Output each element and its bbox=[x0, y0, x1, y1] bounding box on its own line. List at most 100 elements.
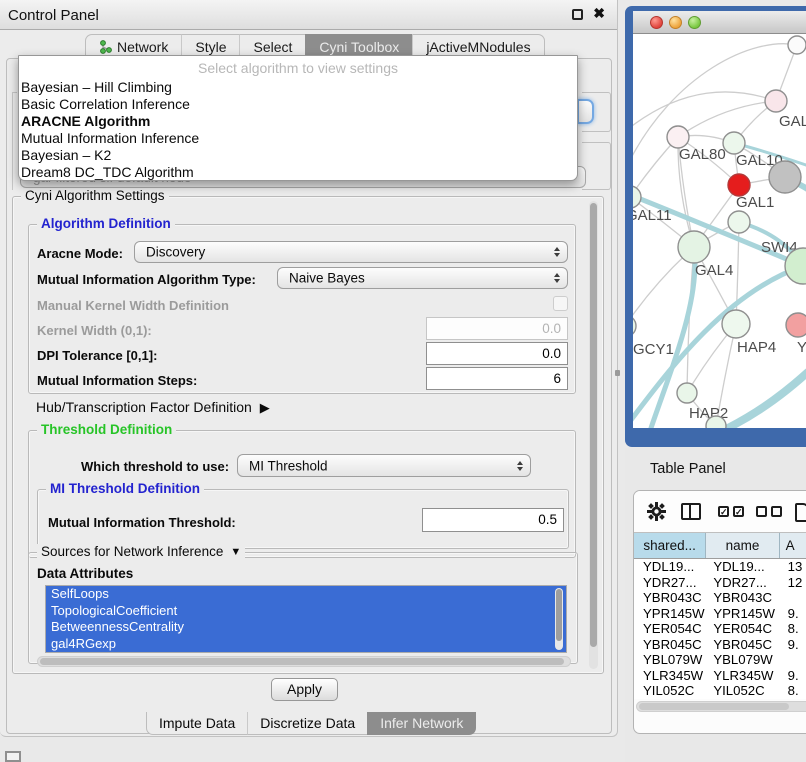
table-row[interactable]: YIL052CYIL052C8. bbox=[634, 683, 806, 699]
attribute-list-item[interactable]: TopologicalCoefficient bbox=[46, 603, 566, 620]
network-window-titlebar[interactable] bbox=[633, 11, 806, 34]
table-cell: YDR27... bbox=[634, 575, 706, 591]
network-view-window[interactable]: GALGAL80GAL10GAL1GAL11SWI4GAL4HAP4YGCY1H… bbox=[625, 6, 806, 447]
dropdown-item[interactable]: Bayesian – K2 bbox=[19, 147, 577, 164]
table-cell bbox=[780, 652, 806, 668]
mi-type-label: Mutual Information Algorithm Type: bbox=[37, 272, 256, 287]
manual-kernel-checkbox[interactable] bbox=[553, 296, 568, 311]
minimized-panel-icon[interactable] bbox=[5, 751, 21, 762]
control-panel-titlebar: Control Panel ✖ bbox=[0, 0, 617, 30]
mi-threshold-group: MI Threshold Definition Mutual Informati… bbox=[37, 489, 569, 549]
close-icon[interactable]: ✖ bbox=[593, 5, 605, 22]
columns-icon[interactable] bbox=[681, 503, 701, 520]
network-node[interactable] bbox=[769, 161, 801, 193]
kernel-width-field[interactable]: 0.0 bbox=[426, 317, 568, 340]
sources-group-title-row[interactable]: Sources for Network Inference ▼ bbox=[37, 544, 245, 559]
zoom-traffic-icon[interactable] bbox=[688, 16, 701, 29]
tab-discretize-data[interactable]: Discretize Data bbox=[247, 712, 367, 735]
attributes-scrollbar-thumb[interactable] bbox=[556, 589, 562, 641]
algorithm-dropdown-list: Bayesian – Hill ClimbingBasic Correlatio… bbox=[19, 79, 577, 181]
dropdown-item[interactable]: Mutual Information Inference bbox=[19, 130, 577, 147]
network-node[interactable] bbox=[786, 313, 806, 337]
network-canvas[interactable]: GALGAL80GAL10GAL1GAL11SWI4GAL4HAP4YGCY1H… bbox=[633, 34, 806, 428]
table-row[interactable]: YBR043CYBR043C bbox=[634, 590, 806, 606]
network-node[interactable] bbox=[723, 132, 745, 154]
table-cell: YPR145W bbox=[634, 606, 706, 622]
tab-infer-network[interactable]: Infer Network bbox=[367, 712, 476, 735]
table-cell bbox=[780, 590, 806, 606]
tab-select-label: Select bbox=[253, 39, 292, 55]
function-icon[interactable] bbox=[795, 503, 806, 522]
which-threshold-combo[interactable]: MI Threshold bbox=[237, 454, 531, 477]
dpi-tolerance-field[interactable]: 0.0 bbox=[426, 342, 568, 365]
table-cell: YDL19... bbox=[634, 559, 706, 575]
dropdown-item[interactable]: ARACNE Algorithm bbox=[19, 113, 577, 130]
table-row[interactable]: YDR27...YDR27...12 bbox=[634, 575, 806, 591]
network-node[interactable] bbox=[722, 310, 750, 338]
minimize-traffic-icon[interactable] bbox=[669, 16, 682, 29]
sources-hscrollbar[interactable] bbox=[37, 656, 571, 667]
mi-threshold-field[interactable]: 0.5 bbox=[422, 508, 564, 532]
network-node-label: GCY1 bbox=[633, 341, 674, 358]
float-window-icon[interactable] bbox=[572, 9, 583, 20]
network-node[interactable] bbox=[728, 211, 750, 233]
table-panel: Table Panel ✓✓ bbox=[625, 448, 806, 762]
algorithm-combo-fragment[interactable] bbox=[577, 99, 594, 124]
hub-definition-expander[interactable]: Hub/Transcription Factor Definition ▶ bbox=[36, 399, 270, 415]
algorithm-dropdown-hint: Select algorithm to view settings bbox=[19, 56, 577, 79]
table-cell: YBR045C bbox=[634, 637, 706, 653]
network-graph: GALGAL80GAL10GAL1GAL11SWI4GAL4HAP4YGCY1H… bbox=[633, 34, 806, 428]
attributes-scrollbar[interactable] bbox=[555, 588, 563, 650]
dropdown-item[interactable]: Dream8 DC_TDC Algorithm bbox=[19, 164, 577, 181]
aracne-mode-combo[interactable]: Discovery bbox=[134, 241, 568, 263]
gear-icon[interactable] bbox=[647, 502, 666, 521]
table-row[interactable]: YBR045CYBR045C9. bbox=[634, 637, 806, 653]
network-node[interactable] bbox=[678, 231, 710, 263]
attribute-list-item[interactable]: BetweennessCentrality bbox=[46, 619, 566, 636]
network-node[interactable] bbox=[677, 383, 697, 403]
table-hscrollbar[interactable] bbox=[636, 701, 806, 712]
checked-pair-icon[interactable]: ✓✓ bbox=[718, 506, 744, 517]
close-traffic-icon[interactable] bbox=[650, 16, 663, 29]
mi-type-combo[interactable]: Naive Bayes bbox=[277, 267, 568, 289]
network-node-label: GAL80 bbox=[679, 146, 726, 163]
attribute-list-item[interactable]: gal4RGexp bbox=[46, 636, 566, 653]
network-node[interactable] bbox=[633, 315, 636, 337]
network-node[interactable] bbox=[788, 36, 806, 54]
column-header-name[interactable]: name bbox=[706, 533, 779, 558]
data-attributes-list[interactable]: SelfLoopsTopologicalCoefficientBetweenne… bbox=[45, 585, 567, 653]
unchecked-pair-icon[interactable] bbox=[756, 506, 782, 517]
column-header-partial[interactable]: A bbox=[780, 533, 806, 558]
dropdown-item[interactable]: Bayesian – Hill Climbing bbox=[19, 79, 577, 96]
mi-threshold-group-title: MI Threshold Definition bbox=[46, 481, 204, 496]
mi-steps-field[interactable]: 6 bbox=[426, 367, 568, 390]
table-cell: 9. bbox=[780, 668, 806, 684]
algorithm-definition-title: Algorithm Definition bbox=[37, 216, 175, 231]
network-node[interactable] bbox=[728, 174, 750, 196]
table-cell: YBR043C bbox=[634, 590, 706, 606]
table-cell: 13 bbox=[780, 559, 806, 575]
tab-impute-data[interactable]: Impute Data bbox=[146, 712, 247, 735]
table-row[interactable]: YDL19...YDL19...13 bbox=[634, 559, 806, 575]
table-row[interactable]: YER054CYER054C8. bbox=[634, 621, 806, 637]
panel-splitter-handle[interactable] bbox=[615, 370, 620, 376]
table-row[interactable]: YBL079WYBL079W bbox=[634, 652, 806, 668]
apply-button[interactable]: Apply bbox=[271, 678, 338, 701]
settings-scrollbar-thumb[interactable] bbox=[590, 203, 597, 647]
network-node[interactable] bbox=[667, 126, 689, 148]
dropdown-item[interactable]: Basic Correlation Inference bbox=[19, 96, 577, 113]
expander-down-icon: ▼ bbox=[230, 546, 241, 558]
table-row[interactable]: YPR145WYPR145W9. bbox=[634, 606, 806, 622]
sources-hscrollbar-thumb[interactable] bbox=[40, 658, 564, 665]
settings-scrollbar[interactable] bbox=[589, 201, 598, 669]
network-edge bbox=[633, 92, 776, 129]
dpi-tolerance-label: DPI Tolerance [0,1]: bbox=[37, 348, 157, 363]
mi-type-value: Naive Bayes bbox=[289, 271, 365, 286]
attribute-list-item[interactable]: SelfLoops bbox=[46, 586, 566, 603]
network-node[interactable] bbox=[765, 90, 787, 112]
mi-steps-label: Mutual Information Steps: bbox=[37, 373, 197, 388]
table-hscrollbar-thumb[interactable] bbox=[639, 703, 789, 710]
table-row[interactable]: YLR345WYLR345W9. bbox=[634, 668, 806, 684]
network-edge bbox=[678, 101, 776, 137]
column-header-shared-name[interactable]: shared... bbox=[634, 533, 706, 558]
